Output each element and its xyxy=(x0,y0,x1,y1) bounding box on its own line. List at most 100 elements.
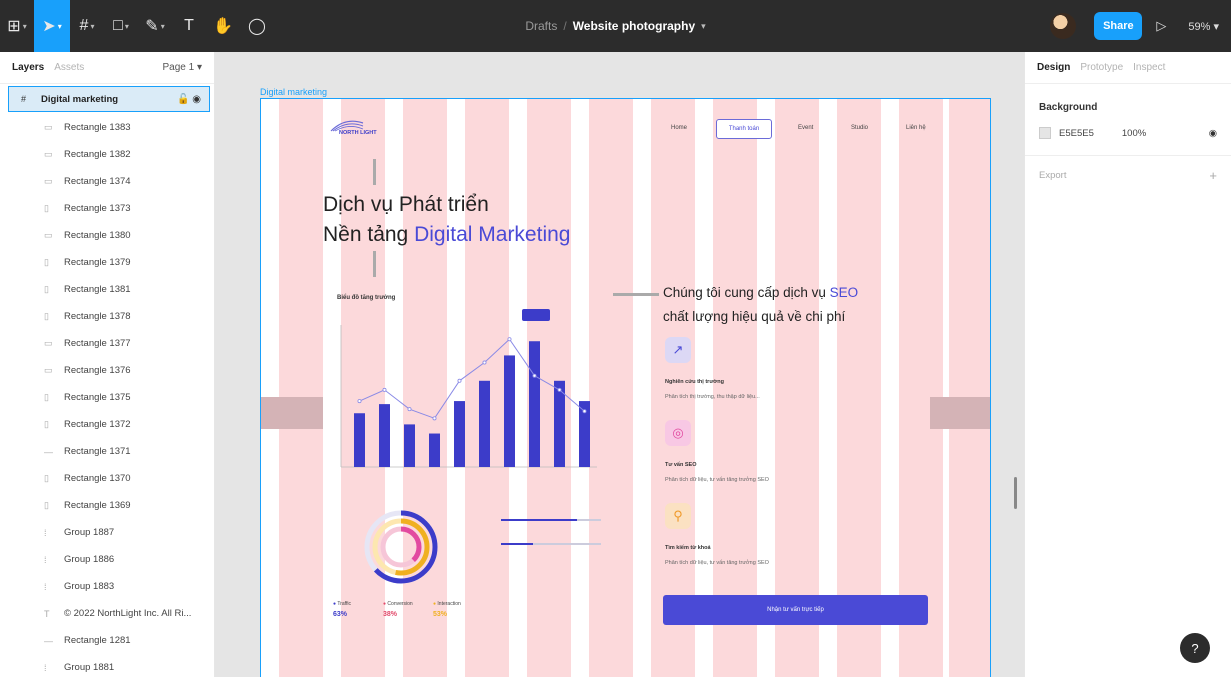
present-play-icon[interactable]: ▷ xyxy=(1156,18,1166,34)
layer-name: Rectangle 1378 xyxy=(64,311,131,322)
progress-fill xyxy=(501,519,577,521)
share-button[interactable]: Share xyxy=(1094,12,1143,40)
layer-item[interactable]: ▯ Rectangle 1379 xyxy=(0,249,214,276)
layer-item[interactable]: ▯ Rectangle 1370 xyxy=(0,465,214,492)
hand-tool-icon[interactable]: ✋ xyxy=(206,0,240,52)
layer-name: Rectangle 1370 xyxy=(64,473,131,484)
legend-value: 63% xyxy=(333,611,348,618)
canvas[interactable]: Digital marketing NORTH LIGHT Home Thanh… xyxy=(216,52,1024,677)
tab-design[interactable]: Design xyxy=(1037,62,1070,73)
rectangle-layer-icon: — xyxy=(44,446,53,457)
background-section-title: Background xyxy=(1039,102,1098,113)
add-export-icon[interactable]: + xyxy=(1209,168,1217,183)
frame-tool-icon[interactable]: # ▾ xyxy=(70,0,104,52)
group-layer-icon: ⁞ xyxy=(44,662,47,673)
help-icon[interactable]: ? xyxy=(1180,633,1210,663)
tab-layers[interactable]: Layers xyxy=(12,62,44,73)
layer-item[interactable]: ▭ Rectangle 1376 xyxy=(0,357,214,384)
design-panel: Design Prototype Inspect Background E5E5… xyxy=(1024,52,1231,677)
chart-bar xyxy=(529,341,540,467)
comment-tool-icon[interactable]: ◯ xyxy=(240,0,274,52)
bg-hex-input[interactable]: E5E5E5 xyxy=(1059,128,1094,139)
layer-item[interactable]: ▯ Rectangle 1378 xyxy=(0,303,214,330)
tab-prototype[interactable]: Prototype xyxy=(1080,62,1123,73)
layer-name: Rectangle 1376 xyxy=(64,365,131,376)
hero-title-highlight: Digital Marketing xyxy=(414,223,571,246)
chart-point xyxy=(582,409,587,414)
main-menu-icon[interactable]: ⊞ ▾ xyxy=(0,0,34,52)
eye-icon[interactable]: ◉ xyxy=(192,94,201,105)
page-name: Page 1 xyxy=(162,62,195,73)
layer-item[interactable]: ▭ Rectangle 1377 xyxy=(0,330,214,357)
legend-dot-icon: ● xyxy=(433,601,437,607)
service-description: Phân tích thị trường, thu thập dữ liệu..… xyxy=(665,394,760,400)
layer-item[interactable]: ▭ Rectangle 1383 xyxy=(0,114,214,141)
tab-inspect[interactable]: Inspect xyxy=(1133,62,1165,73)
cta-button[interactable]: Nhận tư vấn trực tiếp xyxy=(663,595,928,625)
text-tool-icon[interactable]: T xyxy=(172,0,206,52)
move-tool-icon[interactable]: ➤ ▾ xyxy=(34,0,70,52)
file-name[interactable]: Website photography xyxy=(573,19,695,33)
layer-item[interactable]: ▯ Rectangle 1369 xyxy=(0,492,214,519)
rectangle-layer-icon: ▭ xyxy=(44,149,53,159)
tab-assets[interactable]: Assets xyxy=(54,62,84,73)
layer-name: Rectangle 1380 xyxy=(64,230,131,241)
layer-item[interactable]: ▯ Rectangle 1375 xyxy=(0,384,214,411)
layer-digital-marketing[interactable]: # Digital marketing 🔓 ◉ xyxy=(8,86,210,112)
layer-item[interactable]: ⁞ Group 1886 xyxy=(0,546,214,573)
nav-contact[interactable]: Liên hệ xyxy=(906,125,926,131)
rectangle-layer-icon: ▯ xyxy=(44,311,49,321)
nav-event[interactable]: Event xyxy=(798,125,813,131)
layer-item[interactable]: ▭ Rectangle 1382 xyxy=(0,141,214,168)
layer-item[interactable]: T © 2022 NorthLight Inc. All Ri... xyxy=(0,600,214,627)
chart-point xyxy=(557,387,562,392)
layer-item[interactable]: ▯ Rectangle 1373 xyxy=(0,195,214,222)
page-selector[interactable]: Page 1 ▾ xyxy=(162,62,202,73)
layer-name: Rectangle 1281 xyxy=(64,635,131,646)
bg-opacity-input[interactable]: 100% xyxy=(1122,128,1146,139)
shape-tool-icon[interactable]: □ ▾ xyxy=(104,0,138,52)
grid-column xyxy=(279,99,323,677)
services-heading-line-2: chất lượng hiệu quả về chi phí xyxy=(663,309,846,324)
chart-bar xyxy=(504,355,515,467)
service-title: Tìm kiếm từ khoá xyxy=(665,545,711,551)
layer-name: Group 1883 xyxy=(64,581,115,592)
chevron-down-icon[interactable]: ▾ xyxy=(701,21,706,32)
avatar[interactable] xyxy=(1050,13,1077,39)
layer-item[interactable]: ▭ Rectangle 1380 xyxy=(0,222,214,249)
layer-actions: 🔓 ◉ xyxy=(177,94,201,105)
color-swatch[interactable] xyxy=(1039,127,1051,139)
layer-name: Digital marketing xyxy=(41,93,119,105)
chart-point xyxy=(507,337,512,342)
rectangle-layer-icon: ▯ xyxy=(44,203,49,213)
layer-name: Rectangle 1375 xyxy=(64,392,131,403)
group-layer-icon: ⁞ xyxy=(44,581,47,592)
rectangle-layer-icon: ▯ xyxy=(44,473,49,483)
top-toolbar: ⊞ ▾ ➤ ▾ # ▾ □ ▾ ✎ ▾ T ✋ ◯ Drafts / Website ph… xyxy=(0,0,1231,52)
layer-name: Rectangle 1372 xyxy=(64,419,131,430)
layer-item[interactable]: ⁞ Group 1883 xyxy=(0,573,214,600)
right-panel-tabs: Design Prototype Inspect xyxy=(1025,52,1231,84)
canvas-scrollbar[interactable] xyxy=(1014,477,1017,509)
layer-item[interactable]: — Rectangle 1281 xyxy=(0,627,214,654)
layer-item[interactable]: ⁞ Group 1881 xyxy=(0,654,214,677)
zoom-dropdown[interactable]: 59% ▾ xyxy=(1188,20,1219,33)
layer-item[interactable]: ▭ Rectangle 1374 xyxy=(0,168,214,195)
nav-studio[interactable]: Studio xyxy=(851,125,868,131)
chart-point xyxy=(382,387,387,392)
breadcrumb[interactable]: Drafts xyxy=(525,19,557,33)
lock-icon[interactable]: 🔓 xyxy=(177,94,189,105)
layer-name: Rectangle 1381 xyxy=(64,284,131,295)
pen-tool-icon[interactable]: ✎ ▾ xyxy=(138,0,172,52)
frame-digital-marketing[interactable]: NORTH LIGHT Home Thanh toán Event Studio… xyxy=(260,98,991,677)
figma-app: ⊞ ▾ ➤ ▾ # ▾ □ ▾ ✎ ▾ T ✋ ◯ Drafts / Website ph… xyxy=(0,0,1231,677)
service-description: Phân tích dữ liệu, tư vấn tăng trưởng SE… xyxy=(665,477,769,483)
nav-thanh-toan[interactable]: Thanh toán xyxy=(716,119,772,139)
layer-item[interactable]: ▯ Rectangle 1381 xyxy=(0,276,214,303)
layer-item[interactable]: ⁞ Group 1887 xyxy=(0,519,214,546)
eye-icon[interactable]: ◉ xyxy=(1209,128,1217,139)
layer-item[interactable]: ▯ Rectangle 1372 xyxy=(0,411,214,438)
nav-home[interactable]: Home xyxy=(671,125,687,131)
layer-item[interactable]: — Rectangle 1371 xyxy=(0,438,214,465)
frame-label[interactable]: Digital marketing xyxy=(260,87,327,97)
